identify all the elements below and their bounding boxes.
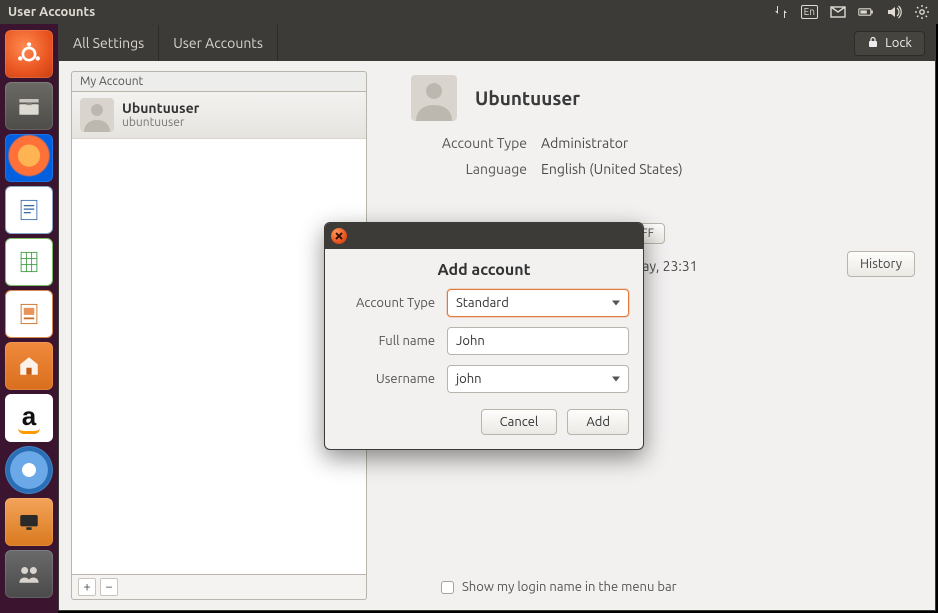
account-row[interactable]: Ubuntuuser ubuntuuser (72, 92, 366, 139)
fullname-input[interactable]: John (447, 327, 629, 355)
launcher-files[interactable] (5, 82, 53, 130)
mail-icon[interactable] (830, 4, 846, 20)
launcher-software-center[interactable] (5, 342, 53, 390)
avatar-icon (80, 98, 114, 132)
battery-icon[interactable] (858, 4, 874, 20)
keyboard-indicator[interactable]: En (801, 5, 818, 19)
language-value[interactable]: English (United States) (541, 161, 915, 177)
show-login-option[interactable]: Show my login name in the menu bar (441, 580, 677, 594)
accounts-list-header: My Account (71, 71, 367, 91)
launcher-workspaces[interactable] (5, 550, 53, 598)
username-combo[interactable]: john (447, 365, 629, 393)
launcher-writer[interactable] (5, 186, 53, 234)
lock-label: Lock (885, 36, 912, 50)
volume-icon[interactable] (886, 4, 902, 20)
accounts-list-panel: My Account Ubuntuuser ubuntuuser + − (71, 71, 367, 600)
avatar-icon[interactable] (411, 75, 457, 121)
gear-icon[interactable] (914, 4, 930, 20)
account-type-value: Administrator (541, 135, 915, 151)
launcher-firefox[interactable] (5, 134, 53, 182)
breadcrumb-all-settings[interactable]: All Settings (59, 25, 159, 61)
launcher-app-2[interactable] (5, 498, 53, 546)
window-title: User Accounts (8, 5, 773, 19)
username-value: john (456, 372, 482, 386)
dialog-titlebar[interactable] (325, 223, 643, 249)
add-user-button[interactable]: + (78, 578, 96, 596)
accounts-list[interactable]: Ubuntuuser ubuntuuser (71, 91, 367, 575)
top-menubar: User Accounts En (0, 0, 938, 24)
add-button[interactable]: Add (567, 409, 629, 435)
dialog-title: Add account (325, 249, 643, 289)
dlg-username-label: Username (339, 372, 439, 386)
history-button[interactable]: History (847, 251, 915, 277)
account-type-label: Account Type (411, 135, 541, 151)
dlg-account-type-label: Account Type (339, 296, 439, 310)
chevron-down-icon (612, 377, 620, 382)
launcher-app-1[interactable] (5, 446, 53, 494)
launcher-amazon[interactable]: a (5, 394, 53, 442)
account-username: ubuntuuser (122, 116, 199, 129)
account-type-selected: Standard (456, 296, 509, 310)
launcher-dash[interactable] (5, 30, 53, 78)
system-tray: En (773, 4, 930, 20)
language-label: Language (411, 161, 541, 177)
add-account-dialog: Add account Account Type Standard Full n… (324, 222, 644, 450)
cancel-button[interactable]: Cancel (481, 409, 558, 435)
account-name: Ubuntuuser (122, 101, 199, 116)
show-login-label: Show my login name in the menu bar (462, 580, 677, 594)
lock-button[interactable]: Lock (854, 31, 925, 56)
breadcrumb-user-accounts[interactable]: User Accounts (159, 25, 278, 61)
unity-launcher: a (0, 24, 58, 613)
detail-username: Ubuntuuser (475, 87, 580, 109)
show-login-checkbox[interactable] (441, 581, 454, 594)
window-toolbar: All Settings User Accounts Lock (59, 25, 935, 61)
close-icon[interactable] (331, 228, 347, 244)
account-type-combo[interactable]: Standard (447, 289, 629, 317)
network-icon[interactable] (773, 4, 789, 20)
launcher-impress[interactable] (5, 290, 53, 338)
launcher-calc[interactable] (5, 238, 53, 286)
list-action-bar: + − (71, 575, 367, 600)
remove-user-button[interactable]: − (100, 578, 118, 596)
lock-icon (867, 36, 879, 51)
dlg-fullname-label: Full name (339, 334, 439, 348)
chevron-down-icon (612, 301, 620, 306)
